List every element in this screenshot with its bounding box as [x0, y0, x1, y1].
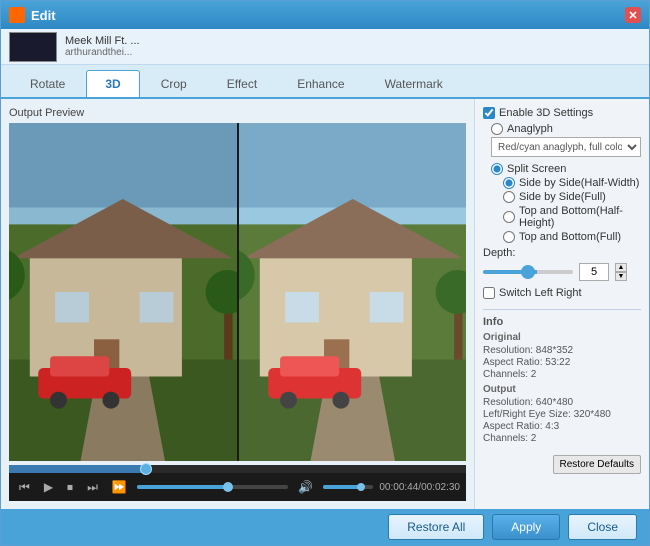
split-screen-row: Split Screen [483, 163, 641, 175]
side-full-row: Side by Side(Full) [483, 191, 641, 203]
switch-left-right-label[interactable]: Switch Left Right [499, 287, 582, 299]
app-icon [9, 7, 25, 23]
orig-channels: Channels: 2 [483, 369, 641, 380]
seek-fill [9, 465, 146, 473]
file-name: Meek Mill Ft. ... [65, 35, 140, 47]
enable-3d-checkbox[interactable] [483, 107, 495, 119]
enable-3d-row: Enable 3D Settings [483, 107, 641, 119]
bottom-bar: Restore All Apply Close [1, 509, 649, 545]
side-by-side-half-radio[interactable] [503, 177, 515, 189]
video-content [9, 123, 466, 461]
tab-effect[interactable]: Effect [208, 70, 276, 97]
file-info-row: Meek Mill Ft. ... arthurandthei... [1, 29, 649, 65]
top-bottom-full-radio[interactable] [503, 231, 515, 243]
volume-fill [323, 485, 361, 489]
seek-bar[interactable] [9, 465, 466, 473]
depth-spinners: ▲ ▼ [615, 263, 627, 281]
split-screen-label[interactable]: Split Screen [507, 163, 566, 175]
next-frame-button[interactable]: ⏩ [108, 478, 131, 496]
tab-crop[interactable]: Crop [142, 70, 206, 97]
out-aspect: Aspect Ratio: 4:3 [483, 421, 641, 432]
anaglyph-label[interactable]: Anaglyph [507, 123, 553, 135]
switch-left-right-row: Switch Left Right [483, 287, 641, 299]
skip-end-button[interactable]: ⏭ [83, 478, 102, 497]
volume-thumb[interactable] [357, 483, 365, 491]
time-display: 00:00:44/00:02:30 [379, 482, 460, 493]
tab-3d[interactable]: 3D [86, 70, 139, 97]
switch-left-right-checkbox[interactable] [483, 287, 495, 299]
out-eye-size: Left/Right Eye Size: 320*480 [483, 409, 641, 420]
top-bottom-half-row: Top and Bottom(Half-Height) [483, 205, 641, 229]
tab-watermark[interactable]: Watermark [366, 70, 462, 97]
top-bottom-full-row: Top and Bottom(Full) [483, 231, 641, 243]
restore-defaults-button[interactable]: Restore Defaults [553, 455, 641, 474]
out-channels: Channels: 2 [483, 433, 641, 444]
progress-fill [137, 485, 228, 489]
video-right [239, 123, 467, 461]
progress-thumb[interactable] [223, 482, 233, 492]
title-bar: Edit ✕ [1, 1, 649, 29]
side-half-row: Side by Side(Half-Width) [483, 177, 641, 189]
side-by-side-full-label[interactable]: Side by Side(Full) [519, 191, 606, 203]
side-by-side-half-label[interactable]: Side by Side(Half-Width) [519, 177, 639, 189]
skip-start-button[interactable]: ⏮ [15, 478, 34, 497]
depth-increment-button[interactable]: ▲ [615, 263, 627, 272]
orig-resolution: Resolution: 848*352 [483, 345, 641, 356]
depth-slider[interactable] [483, 270, 573, 274]
anaglyph-dropdown-row: Red/cyan anaglyph, full color [491, 137, 641, 157]
tabs-bar: Rotate 3D Crop Effect Enhance Watermark [1, 65, 649, 99]
play-button[interactable]: ▶ [40, 478, 57, 496]
out-resolution: Resolution: 640*480 [483, 397, 641, 408]
depth-control: 5 ▲ ▼ [483, 263, 641, 281]
original-label: Original [483, 332, 641, 343]
main-content: Output Preview [1, 99, 649, 509]
tab-enhance[interactable]: Enhance [278, 70, 363, 97]
depth-value: 5 [579, 263, 609, 281]
controls-bar: ⏮ ▶ ⏹ ⏭ ⏩ 🔊 00:00:44/00:02:30 [9, 473, 466, 501]
depth-section: Depth: 5 ▲ ▼ [483, 247, 641, 281]
depth-decrement-button[interactable]: ▼ [615, 272, 627, 281]
orig-aspect: Aspect Ratio: 53:22 [483, 357, 641, 368]
seek-thumb[interactable] [140, 463, 152, 475]
preview-label: Output Preview [9, 107, 466, 119]
enable-3d-label[interactable]: Enable 3D Settings [499, 107, 593, 119]
main-progress-bar[interactable] [137, 485, 289, 489]
anaglyph-radio[interactable] [491, 123, 503, 135]
volume-icon[interactable]: 🔊 [294, 478, 317, 496]
right-panel: Enable 3D Settings Anaglyph Red/cyan ana… [474, 99, 649, 509]
anaglyph-dropdown[interactable]: Red/cyan anaglyph, full color [491, 137, 641, 157]
preview-area: Output Preview [1, 99, 474, 509]
apply-button[interactable]: Apply [492, 514, 560, 540]
side-by-side-full-radio[interactable] [503, 191, 515, 203]
restore-all-button[interactable]: Restore All [388, 514, 484, 540]
file-sub: arthurandthei... [65, 47, 140, 58]
top-bottom-half-label[interactable]: Top and Bottom(Half-Height) [519, 205, 641, 229]
stop-button[interactable]: ⏹ [63, 478, 77, 497]
tab-rotate[interactable]: Rotate [11, 70, 84, 97]
info-section: Info Original Resolution: 848*352 Aspect… [483, 309, 641, 445]
edit-window: Edit ✕ Meek Mill Ft. ... arthurandthei..… [0, 0, 650, 546]
volume-bar[interactable] [323, 485, 373, 489]
close-window-button[interactable]: ✕ [625, 7, 641, 23]
depth-label: Depth: [483, 247, 641, 259]
anaglyph-row: Anaglyph [483, 123, 641, 135]
file-thumbnail [9, 32, 57, 62]
top-bottom-full-label[interactable]: Top and Bottom(Full) [519, 231, 621, 243]
info-section-title: Info [483, 316, 641, 328]
settings-section: Enable 3D Settings Anaglyph Red/cyan ana… [483, 107, 641, 299]
close-button[interactable]: Close [568, 514, 637, 540]
top-bottom-half-radio[interactable] [503, 211, 515, 223]
video-left [9, 123, 237, 461]
window-title: Edit [31, 8, 625, 23]
file-info: Meek Mill Ft. ... arthurandthei... [65, 35, 140, 58]
video-frame [9, 123, 466, 461]
output-label: Output [483, 384, 641, 395]
split-screen-radio[interactable] [491, 163, 503, 175]
